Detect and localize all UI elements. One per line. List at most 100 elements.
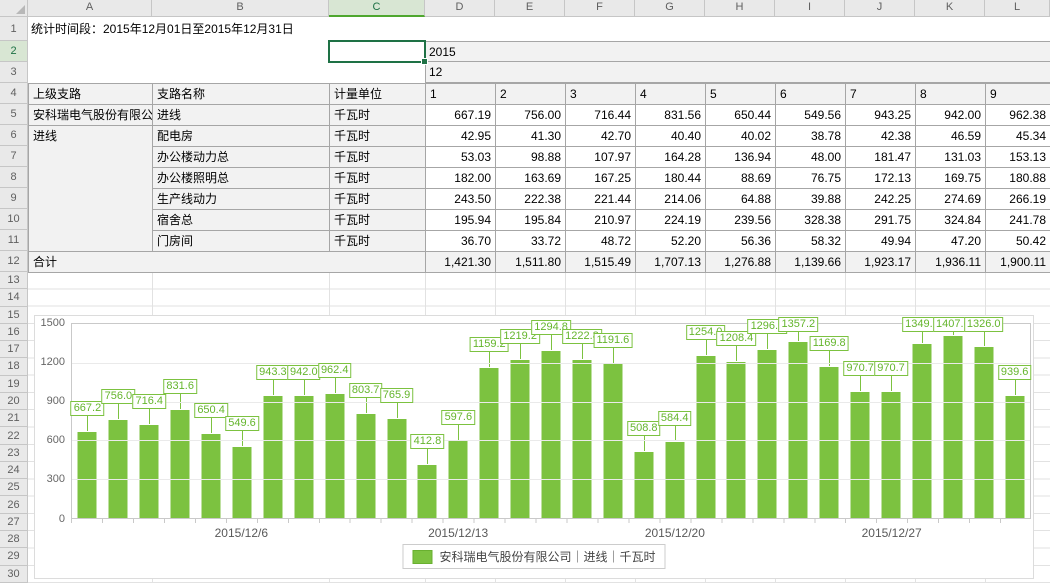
row-header-17[interactable]: 17 — [0, 341, 28, 358]
table-cell-unit[interactable]: 千瓦时 — [330, 189, 426, 210]
bar-day-17[interactable] — [572, 360, 591, 518]
table-cell-value[interactable]: 962.38 — [986, 105, 1050, 126]
bar-day-26[interactable] — [851, 392, 870, 518]
table-cell-unit[interactable]: 千瓦时 — [330, 126, 426, 147]
row-header-13[interactable]: 13 — [0, 272, 28, 289]
row-header-1[interactable]: 1 — [0, 17, 28, 41]
bar-day-16[interactable] — [542, 351, 561, 518]
bar-day-2[interactable] — [109, 420, 128, 518]
column-header-C[interactable]: C — [329, 0, 425, 17]
table-day-header-cell[interactable]: 1 — [426, 84, 496, 105]
table-cell-branch-name[interactable]: 进线 — [153, 105, 330, 126]
table-day-header-cell[interactable]: 4 — [636, 84, 706, 105]
table-cell-value[interactable]: 49.94 — [846, 231, 916, 252]
row-header-18[interactable]: 18 — [0, 358, 28, 375]
table-total-value[interactable]: 1,936.11 — [916, 252, 986, 273]
table-cell-value[interactable]: 210.97 — [566, 210, 636, 231]
table-cell-unit[interactable]: 千瓦时 — [330, 231, 426, 252]
table-total-value[interactable]: 1,515.49 — [566, 252, 636, 273]
column-header-K[interactable]: K — [915, 0, 985, 17]
row-header-30[interactable]: 30 — [0, 566, 28, 583]
table-cell-value[interactable]: 943.25 — [846, 105, 916, 126]
bar-day-4[interactable] — [171, 410, 190, 518]
table-cell-value[interactable]: 164.28 — [636, 147, 706, 168]
table-cell-value[interactable]: 46.59 — [916, 126, 986, 147]
bar-day-12[interactable] — [418, 465, 437, 518]
row-header-27[interactable]: 27 — [0, 514, 28, 531]
column-header-L[interactable]: L — [985, 0, 1050, 17]
column-header-F[interactable]: F — [565, 0, 635, 17]
table-cell-unit[interactable]: 千瓦时 — [330, 210, 426, 231]
table-cell-branch-name[interactable]: 宿舍总 — [153, 210, 330, 231]
table-total-value[interactable]: 1,421.30 — [426, 252, 496, 273]
table-total-value[interactable]: 1,511.80 — [496, 252, 566, 273]
cell-month[interactable]: 12 — [426, 62, 1050, 82]
row-header-25[interactable]: 25 — [0, 479, 28, 496]
table-cell-value[interactable]: 214.06 — [636, 189, 706, 210]
row-header-16[interactable]: 16 — [0, 324, 28, 341]
cell-a1-report-period[interactable]: 统计时间段：2015年12月01日至2015年12月31日 — [31, 17, 294, 41]
column-header-G[interactable]: G — [635, 0, 705, 17]
row-header-15[interactable]: 15 — [0, 307, 28, 324]
table-day-header-cell[interactable]: 8 — [916, 84, 986, 105]
row-header-22[interactable]: 22 — [0, 427, 28, 444]
table-day-header-cell[interactable]: 6 — [776, 84, 846, 105]
bar-day-28[interactable] — [912, 344, 931, 518]
table-header-cell[interactable]: 计量单位 — [330, 84, 426, 105]
table-cell-value[interactable]: 716.44 — [566, 105, 636, 126]
table-cell-value[interactable]: 242.25 — [846, 189, 916, 210]
bar-day-25[interactable] — [820, 367, 839, 518]
table-cell-value[interactable]: 48.00 — [776, 147, 846, 168]
table-cell-value[interactable]: 241.78 — [986, 210, 1050, 231]
table-cell-value[interactable]: 181.47 — [846, 147, 916, 168]
table-cell-value[interactable]: 942.00 — [916, 105, 986, 126]
table-cell-unit[interactable]: 千瓦时 — [330, 168, 426, 189]
table-cell-value[interactable]: 42.38 — [846, 126, 916, 147]
table-cell-value[interactable]: 831.56 — [636, 105, 706, 126]
table-cell-value[interactable]: 756.00 — [496, 105, 566, 126]
row-header-21[interactable]: 21 — [0, 410, 28, 427]
bar-day-24[interactable] — [789, 342, 808, 518]
row-header-5[interactable]: 5 — [0, 104, 28, 125]
table-cell-value[interactable]: 42.70 — [566, 126, 636, 147]
table-cell-value[interactable]: 41.30 — [496, 126, 566, 147]
table-cell-value[interactable]: 107.97 — [566, 147, 636, 168]
bar-day-14[interactable] — [480, 368, 499, 518]
column-header-I[interactable]: I — [775, 0, 845, 17]
bar-day-23[interactable] — [758, 350, 777, 518]
row-header-4[interactable]: 4 — [0, 83, 28, 104]
chart-legend[interactable]: 安科瑞电气股份有限公司｜进线｜千瓦时 — [402, 544, 665, 569]
table-cell-value[interactable]: 52.20 — [636, 231, 706, 252]
select-all-corner[interactable] — [0, 0, 28, 17]
table-cell-value[interactable]: 169.75 — [916, 168, 986, 189]
bar-day-10[interactable] — [356, 414, 375, 518]
table-cell-value[interactable]: 266.19 — [986, 189, 1050, 210]
bar-day-20[interactable] — [665, 442, 684, 518]
table-cell-unit[interactable]: 千瓦时 — [330, 105, 426, 126]
table-cell-value[interactable]: 64.88 — [706, 189, 776, 210]
table-cell-value[interactable]: 45.34 — [986, 126, 1050, 147]
row-header-11[interactable]: 11 — [0, 230, 28, 251]
bar-day-30[interactable] — [974, 347, 993, 518]
table-cell-value[interactable]: 40.40 — [636, 126, 706, 147]
row-header-8[interactable]: 8 — [0, 167, 28, 188]
bar-day-15[interactable] — [511, 360, 530, 518]
row-header-2[interactable]: 2 — [0, 41, 28, 62]
row-header-3[interactable]: 3 — [0, 62, 28, 83]
table-cell-branch-name[interactable]: 配电房 — [153, 126, 330, 147]
bar-day-19[interactable] — [634, 452, 653, 518]
row-header-7[interactable]: 7 — [0, 146, 28, 167]
table-day-header-cell[interactable]: 7 — [846, 84, 916, 105]
table-cell-value[interactable]: 153.13 — [986, 147, 1050, 168]
row-header-29[interactable]: 29 — [0, 548, 28, 565]
table-cell-value[interactable]: 650.44 — [706, 105, 776, 126]
table-cell-branch-name[interactable]: 办公楼照明总 — [153, 168, 330, 189]
row-header-28[interactable]: 28 — [0, 531, 28, 548]
row-header-24[interactable]: 24 — [0, 462, 28, 479]
row-header-23[interactable]: 23 — [0, 445, 28, 462]
table-cell-parent-branch[interactable]: 进线 — [29, 126, 153, 252]
column-header-J[interactable]: J — [845, 0, 915, 17]
table-cell-value[interactable]: 328.38 — [776, 210, 846, 231]
table-total-value[interactable]: 1,707.13 — [636, 252, 706, 273]
row-header-6[interactable]: 6 — [0, 125, 28, 146]
